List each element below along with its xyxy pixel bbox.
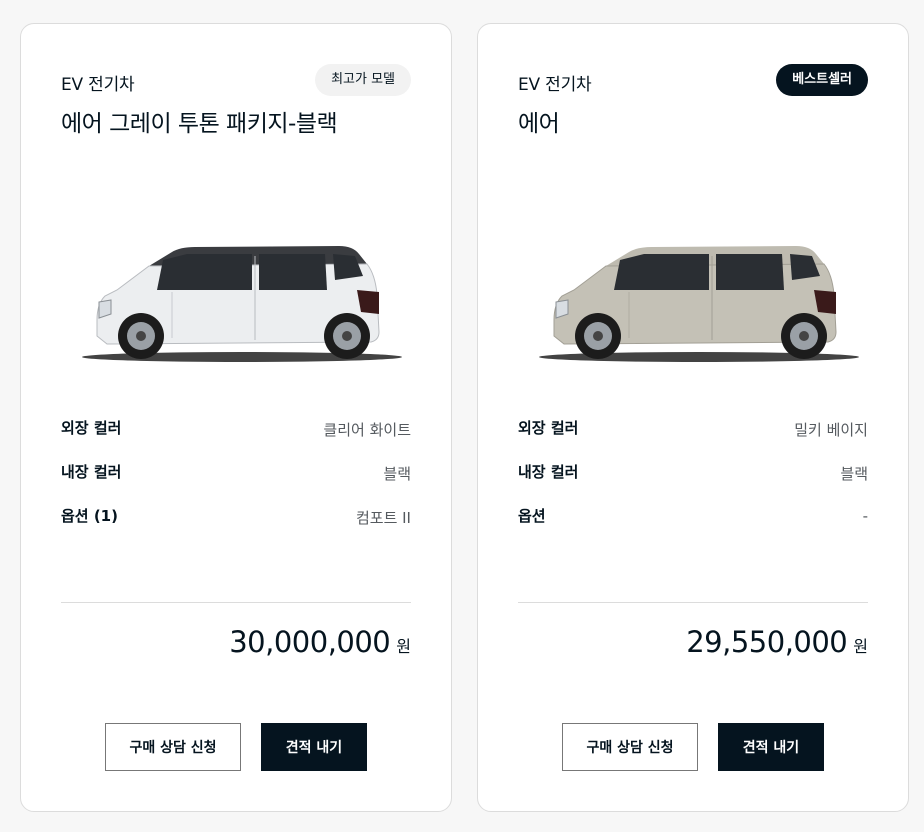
spec-value: 블랙 <box>840 465 868 483</box>
trim-card: EV 전기차 최고가 모델 에어 그레이 투톤 패키지-블랙 외장 컬러 클리어… <box>20 23 452 812</box>
car-image <box>539 246 859 362</box>
spec-options: 옵션 (1) 컴포트 II <box>61 505 411 527</box>
spec-label: 옵션 <box>518 507 546 525</box>
purchase-consult-button[interactable]: 구매 상담 신청 <box>105 723 241 771</box>
spec-value: 컴포트 II <box>355 509 411 527</box>
spec-exterior-color: 외장 컬러 클리어 화이트 <box>61 417 411 439</box>
spec-value: 밀키 베이지 <box>794 421 868 439</box>
price: 29,550,000 원 <box>686 625 868 659</box>
spec-label: 옵션 (1) <box>61 507 118 525</box>
price-unit: 원 <box>396 637 411 656</box>
spec-options: 옵션 - <box>518 505 868 527</box>
price-unit: 원 <box>853 637 868 656</box>
category-label: EV 전기차 <box>518 75 592 95</box>
spec-label: 외장 컬러 <box>518 419 579 437</box>
spec-value: - <box>862 507 868 525</box>
category-label: EV 전기차 <box>61 75 135 95</box>
price-amount: 29,550,000 <box>686 625 848 659</box>
spec-value: 블랙 <box>383 465 411 483</box>
price: 30,000,000 원 <box>229 625 411 659</box>
price-amount: 30,000,000 <box>229 625 391 659</box>
spec-exterior-color: 외장 컬러 밀키 베이지 <box>518 417 868 439</box>
trim-name: 에어 그레이 투톤 패키지-블랙 <box>61 111 338 137</box>
spec-label: 내장 컬러 <box>61 463 122 481</box>
trim-card: EV 전기차 베스트셀러 에어 외장 컬러 밀키 베이지 내장 컬러 블랙 옵션… <box>477 23 909 812</box>
purchase-consult-button[interactable]: 구매 상담 신청 <box>562 723 698 771</box>
bestseller-badge: 베스트셀러 <box>776 64 868 96</box>
spec-value: 클리어 화이트 <box>323 421 411 439</box>
car-image <box>82 246 402 362</box>
spec-label: 외장 컬러 <box>61 419 122 437</box>
divider <box>518 602 868 603</box>
spec-interior-color: 내장 컬러 블랙 <box>61 461 411 483</box>
spec-interior-color: 내장 컬러 블랙 <box>518 461 868 483</box>
top-price-badge: 최고가 모델 <box>315 64 411 96</box>
trim-name: 에어 <box>518 111 560 137</box>
get-quote-button[interactable]: 견적 내기 <box>261 723 367 771</box>
spec-label: 내장 컬러 <box>518 463 579 481</box>
divider <box>61 602 411 603</box>
get-quote-button[interactable]: 견적 내기 <box>718 723 824 771</box>
